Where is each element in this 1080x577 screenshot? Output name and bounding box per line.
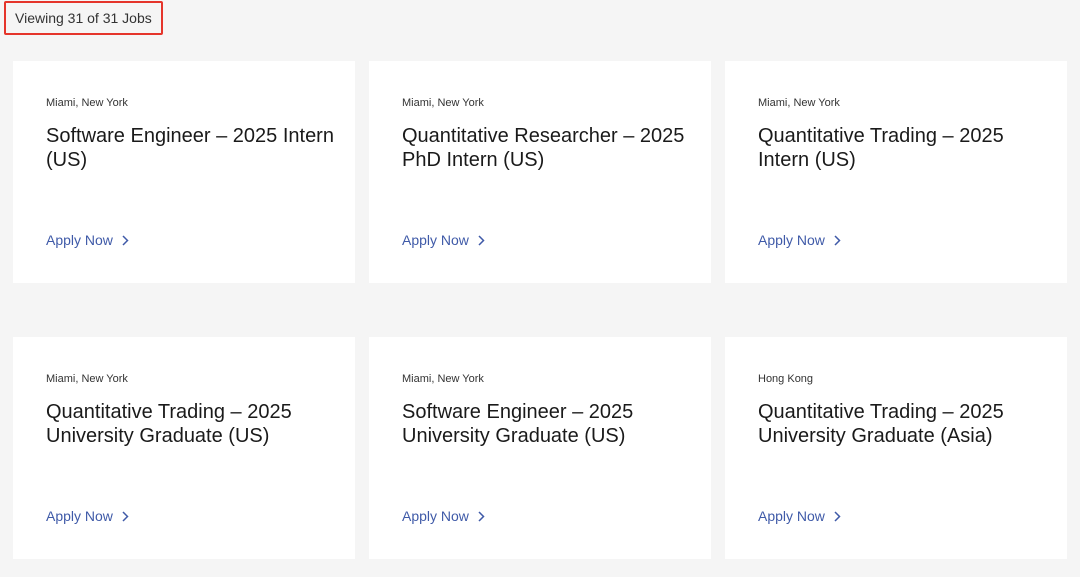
job-listings-page: Viewing 31 of 31 Jobs Miami, New York So… <box>0 0 1080 577</box>
job-location: Hong Kong <box>758 373 814 385</box>
apply-now-label: Apply Now <box>758 508 825 524</box>
apply-now-label: Apply Now <box>46 232 113 248</box>
chevron-right-icon <box>122 234 129 246</box>
results-count-highlight: Viewing 31 of 31 Jobs <box>4 1 163 35</box>
apply-now-label: Apply Now <box>402 232 469 248</box>
job-location: Miami, New York <box>402 97 484 109</box>
apply-now-label: Apply Now <box>758 232 825 248</box>
job-location: Miami, New York <box>46 97 128 109</box>
chevron-right-icon <box>478 234 485 246</box>
job-location: Miami, New York <box>758 97 840 109</box>
chevron-right-icon <box>122 510 129 522</box>
job-location: Miami, New York <box>46 373 128 385</box>
job-card[interactable]: Miami, New York Quantitative Trading – 2… <box>13 337 355 559</box>
chevron-right-icon <box>478 510 485 522</box>
apply-now-label: Apply Now <box>402 508 469 524</box>
job-card[interactable]: Miami, New York Quantitative Trading – 2… <box>725 61 1067 283</box>
job-title[interactable]: Software Engineer – 2025 Intern (US) <box>46 124 336 172</box>
apply-now-link[interactable]: Apply Now <box>46 232 129 248</box>
job-title[interactable]: Quantitative Trading – 2025 Intern (US) <box>758 124 1048 172</box>
job-card[interactable]: Miami, New York Quantitative Researcher … <box>369 61 711 283</box>
apply-now-link[interactable]: Apply Now <box>758 232 841 248</box>
job-location: Miami, New York <box>402 373 484 385</box>
apply-now-link[interactable]: Apply Now <box>46 508 129 524</box>
job-title[interactable]: Quantitative Trading – 2025 University G… <box>758 400 1048 448</box>
job-card[interactable]: Miami, New York Software Engineer – 2025… <box>13 61 355 283</box>
chevron-right-icon <box>834 510 841 522</box>
job-card[interactable]: Miami, New York Software Engineer – 2025… <box>369 337 711 559</box>
results-count: Viewing 31 of 31 Jobs <box>15 10 152 26</box>
job-title[interactable]: Quantitative Trading – 2025 University G… <box>46 400 336 448</box>
job-card[interactable]: Hong Kong Quantitative Trading – 2025 Un… <box>725 337 1067 559</box>
apply-now-link[interactable]: Apply Now <box>758 508 841 524</box>
job-title[interactable]: Quantitative Researcher – 2025 PhD Inter… <box>402 124 692 172</box>
apply-now-link[interactable]: Apply Now <box>402 232 485 248</box>
apply-now-label: Apply Now <box>46 508 113 524</box>
apply-now-link[interactable]: Apply Now <box>402 508 485 524</box>
chevron-right-icon <box>834 234 841 246</box>
job-title[interactable]: Software Engineer – 2025 University Grad… <box>402 400 692 448</box>
